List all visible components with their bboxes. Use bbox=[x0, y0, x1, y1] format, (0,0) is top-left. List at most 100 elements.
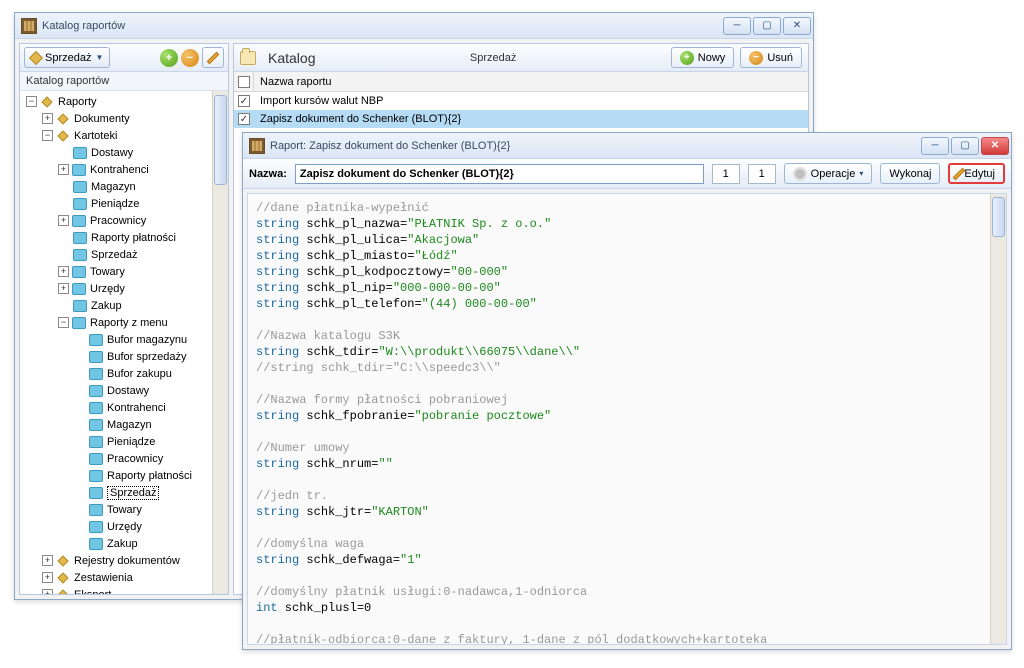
main-title: Katalog raportów bbox=[42, 20, 723, 32]
tree-item[interactable]: Pracownicy bbox=[22, 450, 226, 467]
maximize-button[interactable]: ▢ bbox=[951, 137, 979, 155]
expand-toggle[interactable]: + bbox=[42, 555, 53, 566]
row-checkbox[interactable]: ✓ bbox=[238, 113, 250, 125]
tree-item[interactable]: Pieniądze bbox=[22, 195, 226, 212]
tree-item-label: Raporty płatności bbox=[91, 232, 176, 244]
report-name-input[interactable] bbox=[295, 164, 704, 184]
tree-item[interactable]: +Rejestry dokumentów bbox=[22, 552, 226, 569]
tree-item[interactable]: −Raporty bbox=[22, 93, 226, 110]
close-button[interactable]: ✕ bbox=[783, 17, 811, 35]
tree-item-label: Bufor sprzedaży bbox=[107, 351, 186, 363]
tree-item[interactable]: Bufor sprzedaży bbox=[22, 348, 226, 365]
scrollbar-thumb[interactable] bbox=[992, 197, 1005, 237]
tree-item[interactable]: Magazyn bbox=[22, 416, 226, 433]
tree-item-label: Pracownicy bbox=[107, 453, 163, 465]
folder-item-icon bbox=[89, 368, 103, 380]
tree-item-label: Zestawienia bbox=[74, 572, 133, 584]
diamond-icon bbox=[57, 572, 68, 583]
tree-item[interactable]: Raporty płatności bbox=[22, 467, 226, 484]
execute-button[interactable]: Wykonaj bbox=[880, 163, 940, 184]
tree-item[interactable]: Bufor magazynu bbox=[22, 331, 226, 348]
minus-icon: − bbox=[749, 51, 763, 65]
tree-item[interactable]: −Raporty z menu bbox=[22, 314, 226, 331]
tree-section-header: Katalog raportów bbox=[20, 72, 228, 91]
table-row[interactable]: ✓Zapisz dokument do Schenker (BLOT){2} bbox=[234, 110, 808, 128]
new-label: Nowy bbox=[698, 52, 726, 64]
maximize-button[interactable]: ▢ bbox=[753, 17, 781, 35]
folder-item-icon bbox=[89, 419, 103, 431]
tree-item[interactable]: Sprzedaż bbox=[22, 484, 226, 501]
tree-item[interactable]: Towary bbox=[22, 501, 226, 518]
tree-item[interactable]: + Zestawienia bbox=[22, 569, 226, 586]
report-toolbar: Nazwa: 1 1 Operacje ▾ Wykonaj Edytuj bbox=[243, 159, 1011, 189]
name-column-header[interactable]: Nazwa raportu bbox=[254, 76, 808, 88]
tree-item[interactable]: Zakup bbox=[22, 535, 226, 552]
tree-item[interactable]: Sprzedaż bbox=[22, 246, 226, 263]
edit-button[interactable] bbox=[202, 47, 224, 68]
tree-item[interactable]: Urzędy bbox=[22, 518, 226, 535]
scrollbar-thumb[interactable] bbox=[214, 95, 227, 185]
tree-item[interactable]: Pieniądze bbox=[22, 433, 226, 450]
tree-item[interactable]: Dostawy bbox=[22, 382, 226, 399]
expand-toggle[interactable]: − bbox=[26, 96, 37, 107]
folder-item-icon bbox=[72, 283, 86, 295]
folder-item-icon bbox=[89, 385, 103, 397]
expand-toggle[interactable]: + bbox=[58, 283, 69, 294]
tree-item[interactable]: +Kontrahenci bbox=[22, 161, 226, 178]
diamond-icon bbox=[57, 113, 68, 124]
tree-item-label: Sprzedaż bbox=[107, 486, 159, 500]
delete-button[interactable]: − Usuń bbox=[740, 47, 802, 68]
operations-button[interactable]: Operacje ▾ bbox=[784, 163, 873, 184]
remove-button[interactable]: − bbox=[181, 49, 199, 67]
close-button[interactable]: ✕ bbox=[981, 137, 1009, 155]
tree-item[interactable]: Dostawy bbox=[22, 144, 226, 161]
pencil-icon bbox=[208, 53, 218, 63]
tree-item-label: Raporty płatności bbox=[107, 470, 192, 482]
tree-item[interactable]: Magazyn bbox=[22, 178, 226, 195]
tree-item[interactable]: +Dokumenty bbox=[22, 110, 226, 127]
expand-toggle[interactable]: + bbox=[58, 215, 69, 226]
row-checkbox[interactable]: ✓ bbox=[238, 95, 250, 107]
expand-toggle[interactable]: + bbox=[42, 572, 53, 583]
folder-item-icon bbox=[73, 300, 87, 312]
tree-item-label: Magazyn bbox=[107, 419, 152, 431]
expand-toggle[interactable]: − bbox=[42, 130, 53, 141]
tree-item[interactable]: Raporty płatności bbox=[22, 229, 226, 246]
selectall-checkbox[interactable] bbox=[238, 76, 250, 88]
expand-toggle[interactable]: + bbox=[42, 589, 53, 594]
operations-label: Operacje bbox=[811, 168, 856, 180]
app-icon bbox=[21, 18, 37, 34]
tree-scrollbar[interactable] bbox=[212, 91, 228, 594]
report-titlebar[interactable]: Raport: Zapisz dokument do Schenker (BLO… bbox=[243, 133, 1011, 159]
tree-item-label: Pracownicy bbox=[90, 215, 146, 227]
tree-item[interactable]: +Towary bbox=[22, 263, 226, 280]
expand-toggle[interactable]: + bbox=[58, 266, 69, 277]
tree-item[interactable]: + Pracownicy bbox=[22, 212, 226, 229]
tree-item-label: Eksport bbox=[74, 589, 111, 595]
minimize-button[interactable]: ─ bbox=[921, 137, 949, 155]
expand-toggle[interactable]: + bbox=[58, 164, 69, 175]
num-box-1[interactable]: 1 bbox=[712, 164, 740, 184]
report-tree[interactable]: −Raporty+Dokumenty−KartotekiDostawy+Kont… bbox=[20, 91, 228, 594]
num-box-2[interactable]: 1 bbox=[748, 164, 776, 184]
code-editor[interactable]: //dane płatnika-wypełnić string schk_pl_… bbox=[247, 193, 1007, 645]
category-dropdown[interactable]: Sprzedaż ▼ bbox=[24, 47, 110, 68]
expand-toggle[interactable]: + bbox=[42, 113, 53, 124]
add-button[interactable]: + bbox=[160, 49, 178, 67]
tree-item[interactable]: −Kartoteki bbox=[22, 127, 226, 144]
folder-icon bbox=[240, 51, 256, 65]
new-button[interactable]: + Nowy bbox=[671, 47, 735, 68]
select-all-column[interactable] bbox=[234, 72, 254, 91]
tree-item[interactable]: Zakup bbox=[22, 297, 226, 314]
main-titlebar[interactable]: Katalog raportów ─ ▢ ✕ bbox=[15, 13, 813, 39]
tree-item[interactable]: +Urzędy bbox=[22, 280, 226, 297]
minimize-button[interactable]: ─ bbox=[723, 17, 751, 35]
expand-toggle[interactable]: − bbox=[58, 317, 69, 328]
code-scrollbar[interactable] bbox=[990, 194, 1006, 644]
tree-item[interactable]: Kontrahenci bbox=[22, 399, 226, 416]
table-row[interactable]: ✓Import kursów walut NBP bbox=[234, 92, 808, 110]
tree-item[interactable]: + Eksport bbox=[22, 586, 226, 594]
tree-item[interactable]: Bufor zakupu bbox=[22, 365, 226, 382]
edit-button[interactable]: Edytuj bbox=[948, 163, 1005, 184]
folder-item-icon bbox=[89, 504, 103, 516]
